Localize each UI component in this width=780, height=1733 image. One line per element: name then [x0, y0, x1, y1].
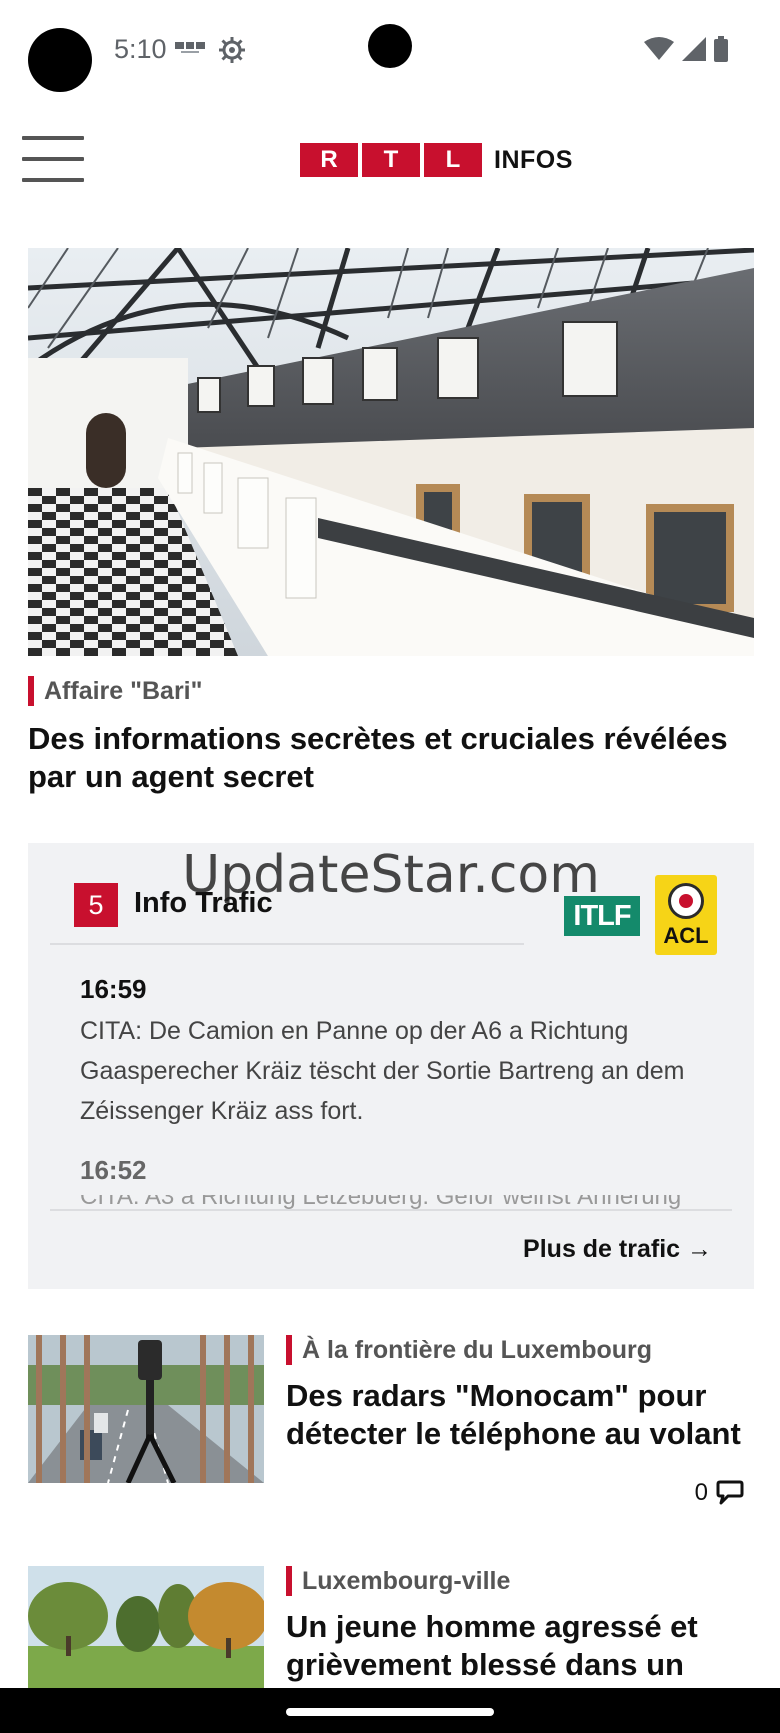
article-tag[interactable]: À la frontière du Luxembourg — [286, 1335, 652, 1365]
article-thumbnail[interactable] — [28, 1566, 264, 1688]
article-title[interactable]: Des radars "Monocam" pour détecter le té… — [286, 1377, 756, 1453]
acl-logo: ACL — [655, 875, 717, 955]
status-bar: 5:10 — [0, 0, 780, 100]
acl-logo-text: ACL — [663, 923, 709, 948]
traffic-entry-text: CITA: De Camion en Panne op der A6 a Ric… — [80, 1017, 685, 1125]
rtl-infos-logo[interactable]: R T L INFOS — [300, 142, 573, 178]
article-title[interactable]: Un jeune homme agressé et grièvement ble… — [286, 1608, 756, 1688]
traffic-entry-time: 16:52 — [80, 1155, 147, 1185]
hero-tag[interactable]: Affaire "Bari" — [28, 676, 202, 706]
signal-icon — [682, 37, 706, 61]
front-camera-cutout — [368, 24, 412, 68]
hero-title[interactable]: Des informations secrètes et cruciales r… — [28, 720, 748, 796]
acl-emblem-icon — [668, 883, 704, 919]
article-thumbnail[interactable] — [28, 1335, 264, 1483]
system-navigation-bar — [0, 1688, 780, 1733]
more-traffic-link[interactable]: Plus de trafic → — [523, 1235, 712, 1264]
battery-icon — [714, 36, 728, 62]
article-tag[interactable]: Luxembourg-ville — [286, 1566, 510, 1596]
article-item[interactable]: Luxembourg-ville Un jeune homme agressé … — [0, 1566, 780, 1688]
camera-cutout — [28, 28, 92, 92]
hero-image[interactable] — [28, 248, 754, 656]
logo-letter-r: R — [300, 143, 358, 177]
comment-count[interactable]: 0 — [695, 1479, 744, 1507]
traffic-entry-time: 16:59 — [80, 974, 147, 1004]
logo-infos-text: INFOS — [494, 145, 573, 174]
notification-icon — [175, 42, 205, 53]
watermark-text: UpdateStar.com — [182, 845, 600, 905]
logo-letter-l: L — [424, 143, 482, 177]
itlf-logo: ITLF — [564, 896, 640, 936]
traffic-entry-text-faded: CITA: A3 a Richtung Lëtzebuerg: Gefor wé… — [80, 1195, 682, 1209]
traffic-divider — [50, 943, 524, 945]
article-item[interactable]: À la frontière du Luxembourg Des radars … — [0, 1335, 780, 1515]
comment-icon — [716, 1480, 744, 1505]
settings-gear-icon — [219, 37, 245, 63]
wifi-icon — [644, 37, 674, 60]
hamburger-menu-icon[interactable] — [22, 136, 84, 182]
comment-count-value: 0 — [694, 1479, 708, 1506]
logo-letter-t: T — [362, 143, 420, 177]
traffic-divider — [50, 1209, 732, 1211]
status-icons — [644, 36, 728, 62]
status-time: 5:10 — [114, 34, 167, 64]
traffic-card[interactable]: 5 Info Trafic UpdateStar.com ITLF ACL 16… — [28, 843, 754, 1289]
home-gesture-handle[interactable] — [286, 1708, 494, 1716]
app-header: R T L INFOS — [0, 120, 780, 200]
